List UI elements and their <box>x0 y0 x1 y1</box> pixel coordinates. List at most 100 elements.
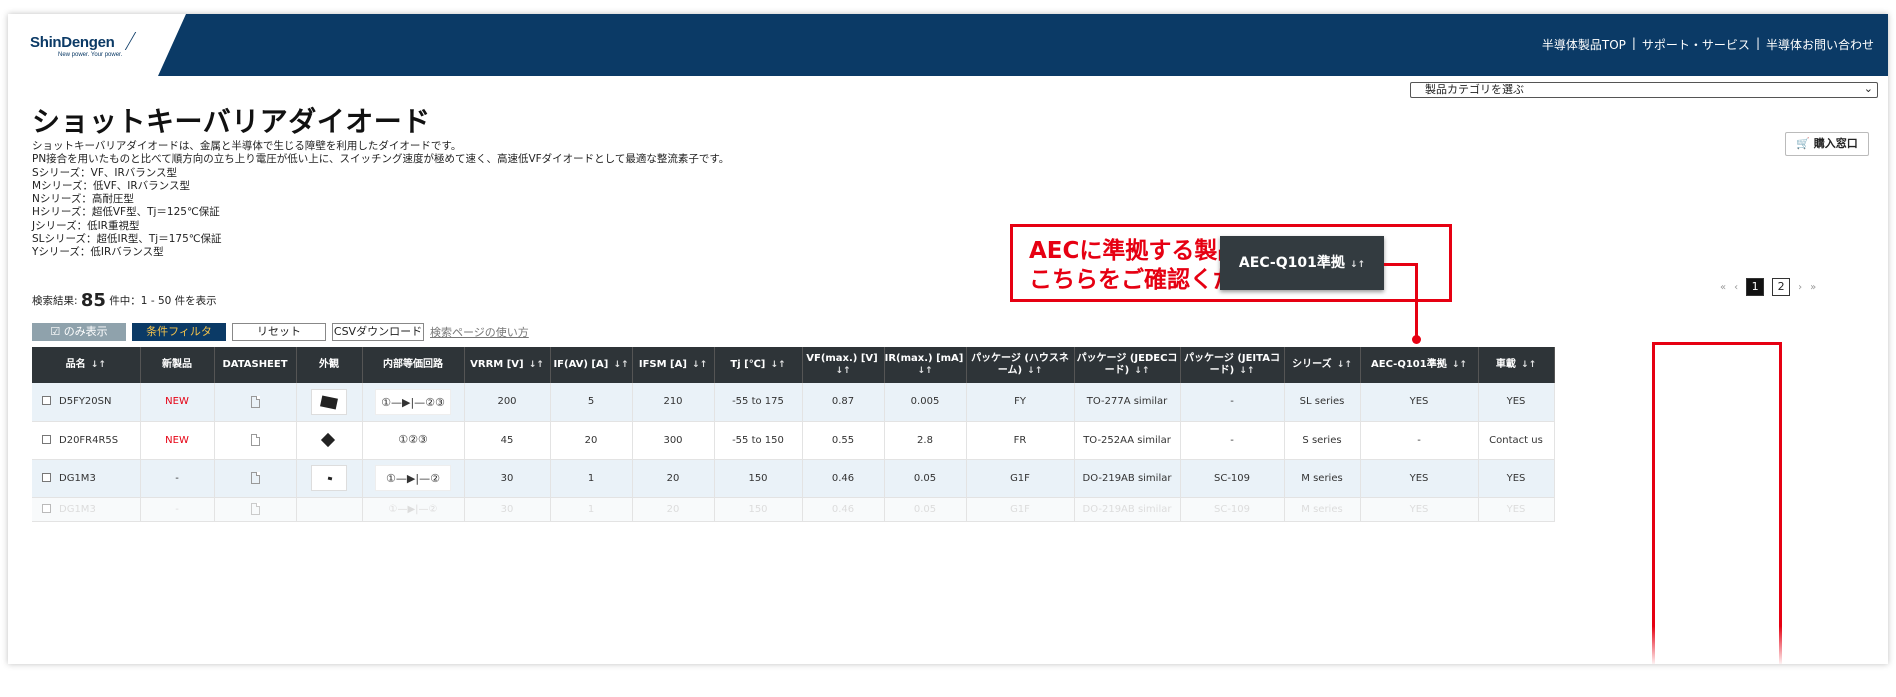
nav-semiconductor-top[interactable]: 半導体製品TOP <box>1542 36 1626 53</box>
row-checkbox[interactable] <box>42 503 51 513</box>
buy-button[interactable]: 🛒 購入窓口 <box>1785 132 1869 156</box>
vf-cell: 0.87 <box>802 383 885 422</box>
circuit-cell: ①②③ <box>362 421 465 460</box>
appearance-cell <box>296 497 363 522</box>
csv-download-button[interactable]: CSVダウンロード <box>332 323 424 341</box>
table-row: DG1M3 - ①—▶|—② 30 1 20 150 0.46 0.05 G1F… <box>32 497 1555 522</box>
reset-button[interactable]: リセット <box>232 323 326 341</box>
col-header-if[interactable]: IF(AV) [A] ↓↑ <box>550 347 633 383</box>
nav-support-service[interactable]: サポート・サービス <box>1642 36 1750 53</box>
circuit-diagram: ①—▶|—② <box>375 465 451 491</box>
appearance-cell <box>296 383 363 422</box>
page-1-link[interactable]: 1 <box>1746 278 1765 296</box>
sort-icon: ↓↑ <box>1517 360 1537 370</box>
circuit-cell: ①—▶|—② <box>362 497 465 522</box>
ir-cell: 0.005 <box>884 383 967 422</box>
nav-contact[interactable]: 半導体お問い合わせ <box>1766 36 1874 53</box>
part-name-cell[interactable]: D5FY20SN <box>32 383 141 422</box>
pdf-icon[interactable] <box>250 395 260 408</box>
col-header-ifsm[interactable]: IFSM [A] ↓↑ <box>632 347 715 383</box>
prev-page-link[interactable]: ‹ <box>1734 282 1738 293</box>
sort-icon: ↓↑ <box>1448 360 1467 370</box>
search-help-link[interactable]: 検索ページの使い方 <box>430 324 529 340</box>
circuit-diagram: ①—▶|—②③ <box>375 388 451 415</box>
appearance-cell <box>296 421 363 460</box>
col-header-package-jeita[interactable]: パッケージ (JEITAコード) ↓↑ <box>1180 347 1285 383</box>
product-description: ショットキーバリアダイオードは、金属と半導体で生じる障壁を利用したダイオードです… <box>32 140 729 260</box>
tj-cell: 150 <box>714 459 803 498</box>
datasheet-cell[interactable] <box>214 421 297 460</box>
package-jedec-cell: DO-219AB similar <box>1074 459 1181 498</box>
pdf-icon[interactable] <box>250 472 260 484</box>
col-header-tj[interactable]: Tj [℃] ↓↑ <box>714 347 803 383</box>
datasheet-cell[interactable] <box>214 497 297 522</box>
col-header-automotive[interactable]: 車載 ↓↑ <box>1478 347 1555 383</box>
package-jeita-cell: - <box>1180 383 1285 422</box>
table-toolbar: ☑ のみ表示 条件フィルタ リセット CSVダウンロード 検索ページの使い方 <box>32 323 529 341</box>
pagination: « ‹ 1 2 › » <box>1720 278 1816 296</box>
datasheet-cell[interactable] <box>214 459 297 498</box>
last-page-link[interactable]: » <box>1810 282 1816 293</box>
only-show-label: のみ表示 <box>63 325 108 338</box>
new-badge: - <box>140 497 215 522</box>
col-header-new: 新製品 <box>140 347 215 383</box>
category-select[interactable]: 製品カテゴリを選ぶ ⌄ <box>1410 82 1878 98</box>
part-name-cell[interactable]: DG1M3 <box>32 459 141 498</box>
filter-button[interactable]: 条件フィルタ <box>132 323 226 341</box>
series-cell: M series <box>1284 459 1361 498</box>
page-title: ショットキーバリアダイオード <box>32 105 431 138</box>
sort-icon: ↓↑ <box>917 366 933 376</box>
ifsm-cell: 20 <box>632 459 715 498</box>
sort-icon: ↓↑ <box>610 360 629 370</box>
sort-icon: ↓↑ <box>835 366 851 376</box>
first-page-link[interactable]: « <box>1720 282 1726 293</box>
col-header-datasheet: DATASHEET <box>214 347 297 383</box>
sort-icon: ↓↑ <box>767 360 786 370</box>
bottom-fade <box>8 626 1888 664</box>
only-show-button[interactable]: ☑ のみ表示 <box>32 323 126 341</box>
col-header-name[interactable]: 品名 ↓↑ <box>32 347 141 383</box>
row-checkbox[interactable] <box>42 434 51 444</box>
page-2-link[interactable]: 2 <box>1772 278 1791 296</box>
results-count: 85 <box>80 290 106 311</box>
ir-cell: 0.05 <box>884 497 967 522</box>
package-jeita-cell: - <box>1180 421 1285 460</box>
tj-cell: 150 <box>714 497 803 522</box>
part-name-cell[interactable]: DG1M3 <box>32 497 141 522</box>
nav-separator: | <box>1631 36 1636 50</box>
package-image <box>311 465 347 491</box>
row-checkbox[interactable] <box>42 396 51 406</box>
col-header-appearance: 外観 <box>296 347 363 383</box>
package-jeita-cell: SC-109 <box>1180 459 1285 498</box>
pdf-icon[interactable] <box>250 503 260 515</box>
part-name-cell[interactable]: D20FR4R5S <box>32 421 141 460</box>
nav-separator: | <box>1755 36 1760 50</box>
row-checkbox[interactable] <box>42 472 51 482</box>
package-house-cell: FR <box>966 421 1075 460</box>
col-header-vrrm[interactable]: VRRM [V] ↓↑ <box>464 347 551 383</box>
col-header-ir[interactable]: IR(max.) [mA] ↓↑ <box>884 347 967 383</box>
col-header-package-jedec[interactable]: パッケージ (JEDECコード) ↓↑ <box>1074 347 1181 383</box>
col-header-package-house[interactable]: パッケージ (ハウスネーム) ↓↑ <box>966 347 1075 383</box>
callout-connector-v <box>1415 263 1418 339</box>
description-line: PN接合を用いたものと比べて順方向の立ち上り電圧が低い上に、スイッチング速度が極… <box>32 153 730 166</box>
aec-q101-button[interactable]: AEC-Q101準拠 ↓↑ <box>1220 236 1384 290</box>
datasheet-cell[interactable] <box>214 383 297 422</box>
col-header-vf[interactable]: VF(max.) [V] ↓↑ <box>802 347 885 383</box>
sort-icon: ↓↑ <box>1346 260 1366 270</box>
col-header-series[interactable]: シリーズ ↓↑ <box>1284 347 1361 383</box>
sort-icon: ↓↑ <box>1024 366 1043 376</box>
ifsm-cell: 20 <box>632 497 715 522</box>
description-line: Yシリーズ：低IRバランス型 <box>32 246 164 259</box>
top-nav: 半導体製品TOP | サポート・サービス | 半導体お問い合わせ <box>1542 36 1874 53</box>
company-logo[interactable]: ShinDengen New power. Your power. <box>30 32 136 58</box>
col-header-aec[interactable]: AEC-Q101準拠 ↓↑ <box>1360 347 1479 383</box>
next-page-link[interactable]: › <box>1798 282 1802 293</box>
pdf-icon[interactable] <box>250 434 260 446</box>
automotive-cell: YES <box>1478 459 1555 498</box>
aec-cell: - <box>1360 421 1479 460</box>
page-frame: ShinDengen New power. Your power. 半導体製品T… <box>8 14 1888 664</box>
package-image <box>311 427 347 453</box>
logo-text: ShinDengen <box>30 34 115 51</box>
table-row: D20FR4R5S NEW ①②③ 45 20 300 -55 to 150 0… <box>32 421 1555 460</box>
